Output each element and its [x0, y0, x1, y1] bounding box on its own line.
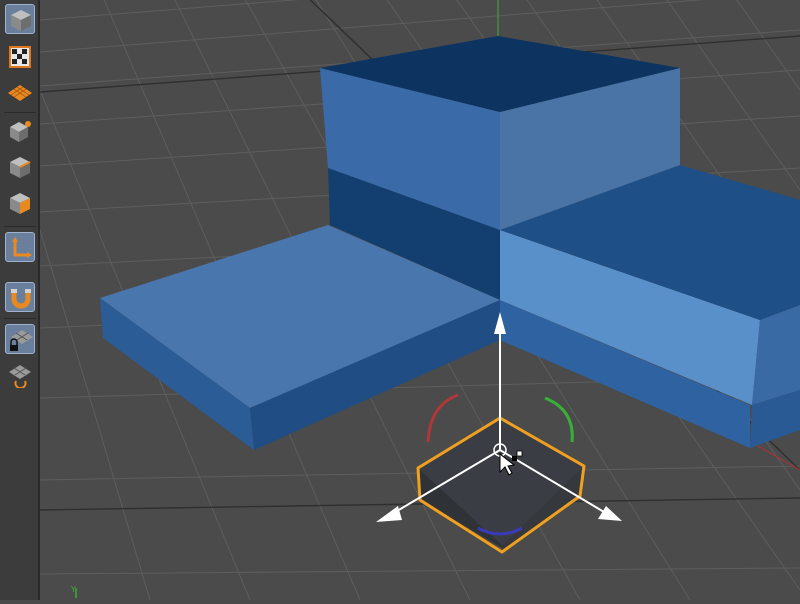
axis-icon — [12, 237, 32, 258]
workplane-mode-tool[interactable] — [5, 78, 35, 108]
plane-grid-icon — [8, 85, 32, 101]
polygons-mode-tool[interactable] — [5, 188, 35, 218]
edges-icon — [10, 157, 31, 178]
points-icon — [10, 121, 31, 142]
cube-icon — [11, 10, 31, 31]
checker-texture-icon — [9, 46, 31, 68]
edges-mode-tool[interactable] — [5, 152, 35, 182]
viewport-canvas: Y — [40, 0, 800, 600]
texture-mode-tool[interactable] — [5, 42, 35, 72]
rotate-grid-icon — [9, 365, 31, 388]
polygons-icon — [10, 193, 30, 214]
left-toolbar — [0, 0, 40, 600]
points-mode-tool[interactable] — [5, 116, 35, 146]
axis-mode-tool[interactable] — [5, 232, 35, 262]
planar-workplane-tool[interactable] — [5, 360, 35, 390]
magnet-icon — [11, 289, 31, 309]
locked-workplane-tool[interactable] — [5, 324, 35, 354]
snapping-tool[interactable] — [5, 282, 35, 312]
lock-grid-icon — [10, 330, 33, 351]
axis-indicator-label: Y — [70, 585, 76, 594]
3d-viewport[interactable]: Y — [40, 0, 800, 600]
model-mode-tool[interactable] — [5, 4, 35, 34]
